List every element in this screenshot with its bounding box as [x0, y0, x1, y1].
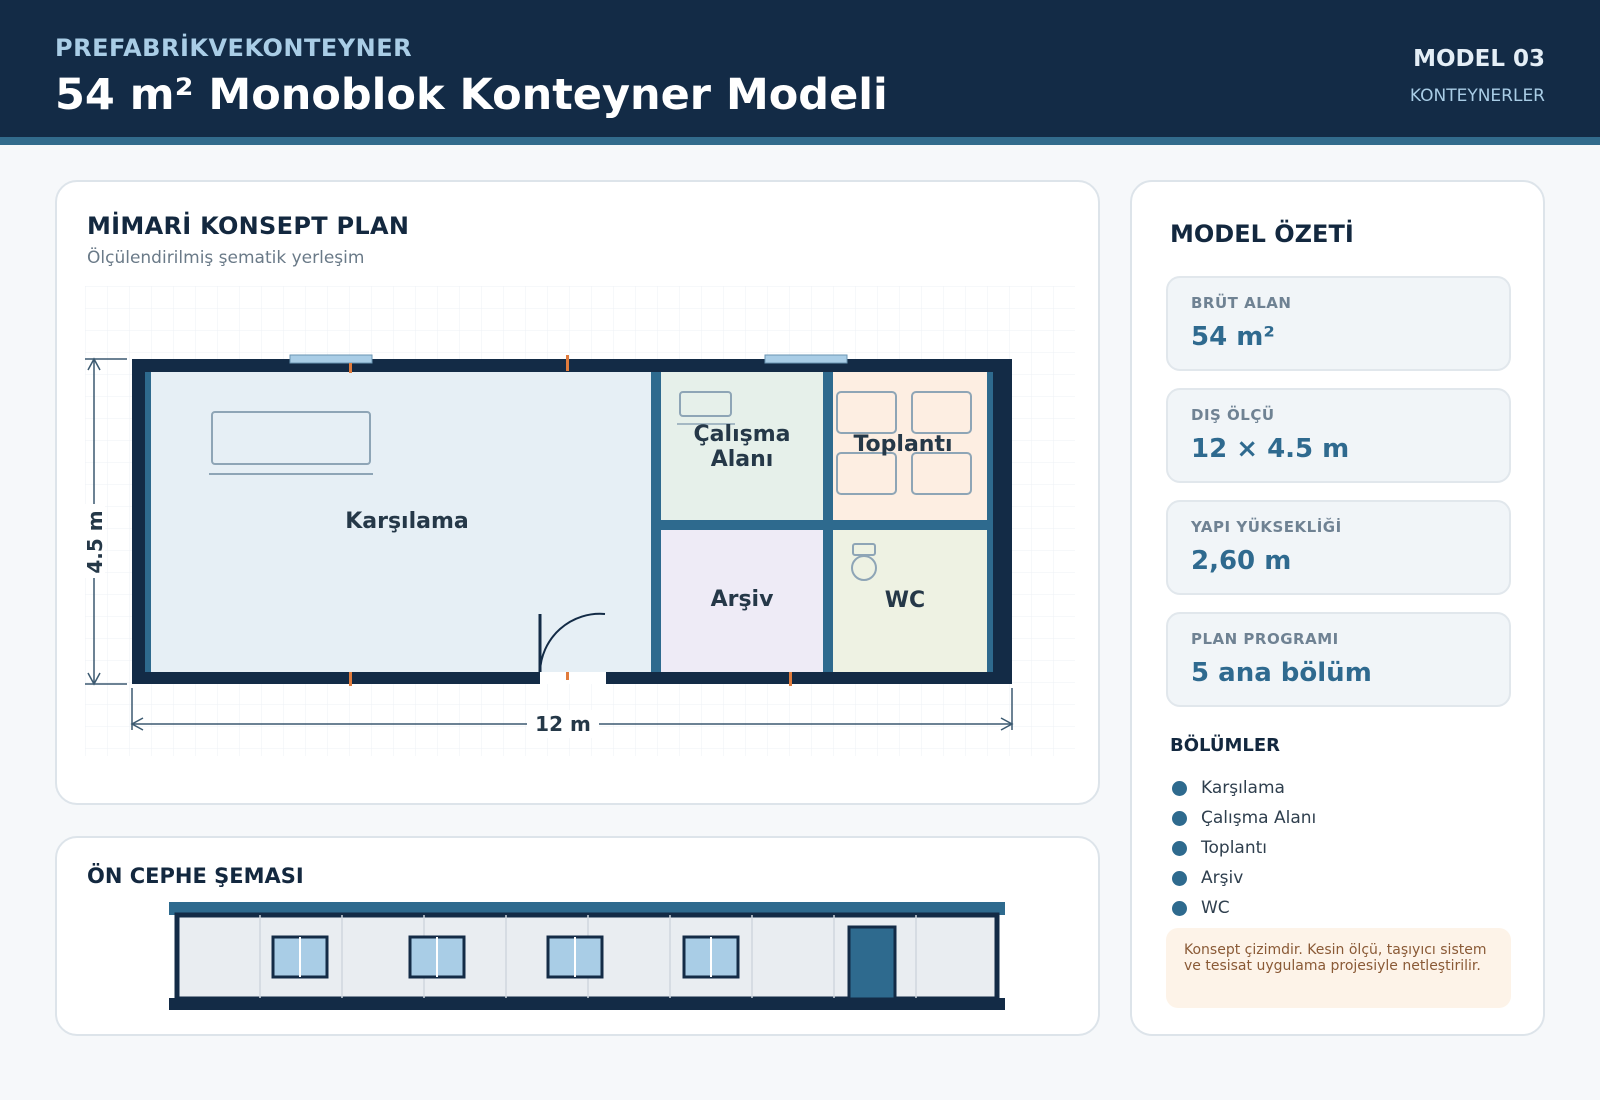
room-label-karsilama: Karşılama — [345, 509, 469, 534]
section-label: Karşılama — [1201, 778, 1285, 798]
model-category: KONTEYNERLER — [1409, 86, 1545, 106]
facade-card: ÖN CEPHE ŞEMASI — [55, 836, 1100, 1036]
stat-label: DIŞ ÖLÇÜ — [1191, 406, 1275, 424]
brand-name: PREFABRİKVEKONTEYNER — [55, 34, 413, 62]
door-opening — [540, 672, 606, 684]
room-label-calisma-line2: Alanı — [711, 447, 774, 472]
summary-title: MODEL ÖZETİ — [1170, 220, 1354, 248]
room-label-calisma: Çalışma — [694, 422, 791, 447]
plan-card: MİMARİ KONSEPT PLAN Ölçülendirilmiş şema… — [55, 180, 1100, 805]
stat-plan-program: PLAN PROGRAMI 5 ana bölüm — [1166, 612, 1511, 707]
section-label: Çalışma Alanı — [1201, 808, 1317, 828]
disclaimer-note: Konsept çizimdir. Kesin ölçü, taşıyıcı s… — [1166, 928, 1511, 1008]
list-item: Çalışma Alanı — [1170, 803, 1316, 833]
stat-value: 12 × 4.5 m — [1191, 434, 1350, 464]
partition-horizontal — [661, 520, 993, 530]
stat-value: 54 m² — [1191, 322, 1275, 352]
bullet-dot-icon — [1172, 900, 1187, 916]
marker — [566, 355, 569, 371]
stat-label: PLAN PROGRAMI — [1191, 630, 1339, 648]
sections-title: BÖLÜMLER — [1170, 735, 1281, 756]
list-item: Arşiv — [1170, 863, 1316, 893]
stat-label: YAPI YÜKSEKLİĞİ — [1191, 518, 1342, 536]
facade-base — [169, 998, 1005, 1010]
stat-gross-area: BRÜT ALAN 54 m² — [1166, 276, 1511, 371]
window-top-left — [289, 354, 373, 364]
room-label-toplanti: Toplantı — [853, 432, 952, 457]
room-label-arsiv: Arşiv — [711, 587, 775, 612]
list-item: Karşılama — [1170, 773, 1316, 803]
stat-label: BRÜT ALAN — [1191, 294, 1292, 312]
lining-left — [145, 372, 151, 672]
facade-title: ÖN CEPHE ŞEMASI — [87, 864, 304, 888]
bullet-dot-icon — [1172, 810, 1187, 826]
marker — [789, 672, 792, 686]
list-item: Toplantı — [1170, 833, 1316, 863]
marker — [349, 672, 352, 686]
stat-value: 2,60 m — [1191, 546, 1292, 576]
partition-main — [651, 372, 661, 672]
facade-door — [847, 925, 897, 1001]
stat-value: 5 ana bölüm — [1191, 658, 1372, 688]
bullet-dot-icon — [1172, 870, 1187, 886]
section-label: Arşiv — [1201, 868, 1244, 888]
front-facade-diagram — [169, 902, 1005, 1010]
summary-card: MODEL ÖZETİ BRÜT ALAN 54 m² DIŞ ÖLÇÜ 12 … — [1130, 180, 1545, 1036]
section-list: Karşılama Çalışma Alanı Toplantı Arşiv W… — [1170, 773, 1316, 923]
floor-plan-diagram: Karşılama Çalışma Alanı Toplantı Arşiv W… — [85, 286, 1075, 756]
model-number: MODEL 03 — [1413, 46, 1545, 72]
stat-outer-dimension: DIŞ ÖLÇÜ 12 × 4.5 m — [1166, 388, 1511, 483]
lining-right — [987, 372, 993, 672]
list-item: WC — [1170, 893, 1316, 923]
dimension-label-width: 12 m — [535, 712, 591, 736]
plan-title: MİMARİ KONSEPT PLAN — [87, 212, 410, 240]
bullet-dot-icon — [1172, 780, 1187, 796]
dimension-label-height: 4.5 m — [85, 510, 107, 573]
page-header: PREFABRİKVEKONTEYNER 54 m² Monoblok Kont… — [0, 0, 1600, 137]
page-title: 54 m² Monoblok Konteyner Modeli — [55, 70, 888, 120]
section-label: Toplantı — [1201, 838, 1267, 858]
marker — [566, 672, 569, 680]
bullet-dot-icon — [1172, 840, 1187, 856]
header-accent-bar — [0, 137, 1600, 145]
window-top-right — [764, 354, 848, 364]
room-label-wc: WC — [885, 588, 925, 613]
marker — [349, 363, 352, 373]
section-label: WC — [1201, 898, 1230, 918]
stat-building-height: YAPI YÜKSEKLİĞİ 2,60 m — [1166, 500, 1511, 595]
plan-subtitle: Ölçülendirilmiş şematik yerleşim — [87, 248, 365, 268]
